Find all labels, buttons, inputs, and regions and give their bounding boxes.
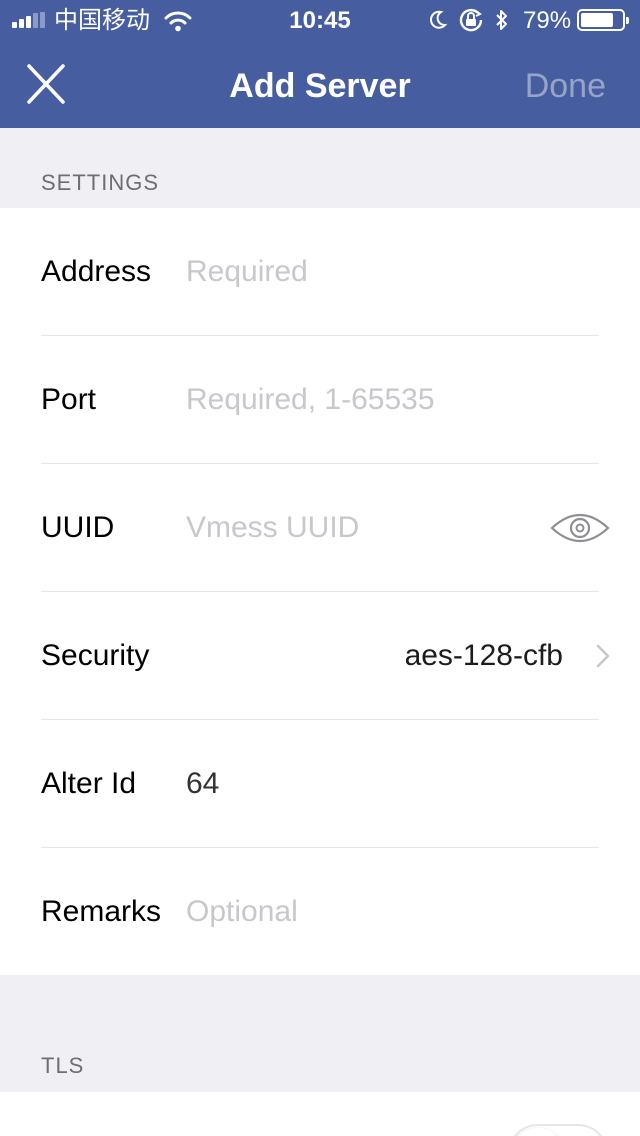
battery-icon (577, 9, 629, 31)
bluetooth-icon (496, 10, 507, 30)
toggle-knob (512, 1128, 564, 1136)
address-input[interactable] (186, 252, 526, 292)
settings-card: Address Port UUID Security aes-128-cfb A… (0, 208, 640, 975)
alter-id-row: Alter Id 64 (0, 720, 640, 848)
navigation-bar: Add Server Done (0, 40, 640, 128)
uuid-row: UUID (0, 464, 640, 592)
port-input[interactable] (186, 380, 526, 420)
remarks-label: Remarks (41, 895, 162, 928)
remarks-input[interactable] (186, 892, 526, 932)
chevron-right-icon (596, 644, 610, 668)
uuid-label: UUID (41, 511, 115, 544)
done-button[interactable]: Done (525, 66, 606, 106)
alter-id-label: Alter Id (41, 767, 137, 800)
orientation-lock-icon (459, 8, 483, 32)
uuid-input[interactable] (186, 508, 526, 548)
top-bar: 中国移动 10:45 79% Add Server Done (0, 0, 640, 128)
port-label: Port (41, 383, 97, 416)
address-row: Address (0, 208, 640, 336)
status-bar: 中国移动 10:45 79% (0, 0, 640, 40)
security-row[interactable]: Security aes-128-cfb (0, 592, 640, 720)
eye-icon[interactable] (550, 508, 610, 548)
settings-section-header: SETTINGS (41, 170, 160, 195)
port-row: Port (0, 336, 640, 464)
remarks-row: Remarks (0, 848, 640, 976)
battery-percent: 79% (523, 7, 572, 34)
address-label: Address (41, 255, 152, 288)
security-label: Security (41, 639, 150, 672)
moon-icon (430, 10, 448, 29)
security-value: aes-128-cfb (404, 639, 563, 672)
alter-id-input[interactable]: 64 (186, 764, 219, 804)
tls-section-header: TLS (41, 1053, 85, 1078)
